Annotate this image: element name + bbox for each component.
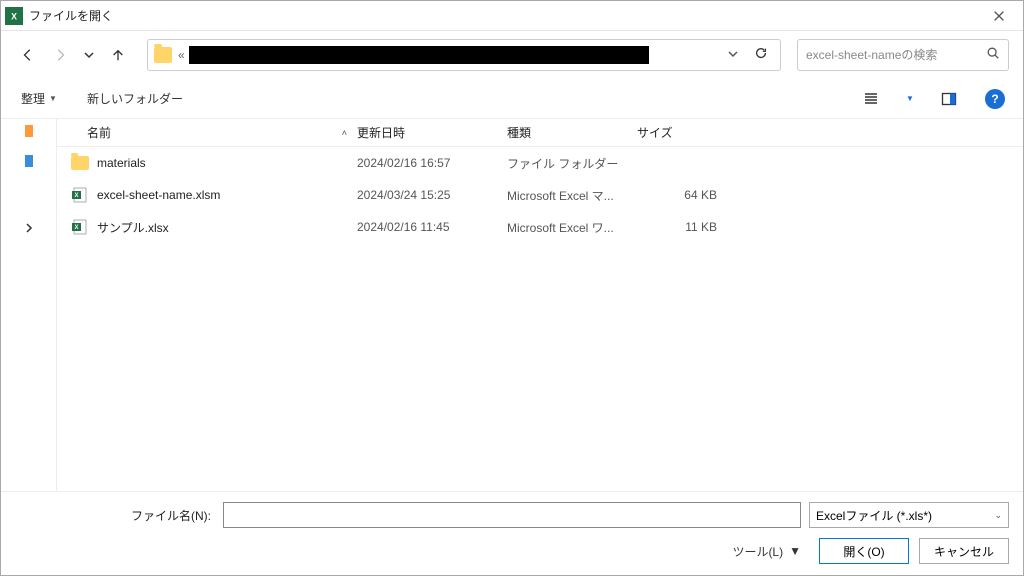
column-name[interactable]: 名前 ˄ — [67, 124, 357, 141]
file-size: 64 KB — [637, 188, 727, 202]
cancel-button[interactable]: キャンセル — [919, 538, 1009, 564]
sort-indicator-icon: ˄ — [342, 128, 347, 138]
toolbar: 整理 ▼ 新しいフォルダー ▼ ? — [1, 79, 1023, 119]
file-date: 2024/02/16 11:45 — [357, 220, 507, 234]
file-row[interactable]: materials 2024/02/16 16:57 ファイル フォルダー — [57, 147, 1023, 179]
up-button[interactable] — [105, 42, 131, 68]
bottom-bar: ファイル名(N): Excelファイル (*.xls*) ⌄ ツール(L) ▼ … — [1, 491, 1023, 575]
open-button[interactable]: 開く(O) — [819, 538, 909, 564]
preview-pane-button[interactable] — [935, 85, 963, 113]
excel-app-icon: X — [5, 7, 23, 25]
sidebar-expand[interactable] — [24, 223, 34, 236]
column-type[interactable]: 種類 — [507, 124, 637, 141]
address-prefix: « — [178, 48, 185, 62]
organize-button[interactable]: 整理 ▼ — [15, 86, 63, 111]
address-dropdown[interactable] — [728, 46, 738, 64]
file-name: materials — [97, 156, 146, 170]
sidebar-item-stub[interactable] — [25, 125, 33, 137]
svg-text:X: X — [11, 11, 17, 21]
close-button[interactable] — [979, 2, 1019, 30]
folder-icon — [154, 47, 172, 63]
address-bar[interactable]: « — [147, 39, 781, 71]
help-button[interactable]: ? — [981, 85, 1009, 113]
file-type: Microsoft Excel ワ... — [507, 219, 637, 236]
back-button[interactable] — [15, 42, 41, 68]
search-input[interactable] — [806, 48, 986, 62]
file-type: Microsoft Excel マ... — [507, 187, 637, 204]
chevron-down-icon: ⌄ — [994, 510, 1002, 521]
recent-dropdown[interactable] — [79, 42, 99, 68]
file-type: ファイル フォルダー — [507, 155, 637, 172]
nav-row: « — [1, 31, 1023, 79]
search-box[interactable] — [797, 39, 1009, 71]
dialog-title: ファイルを開く — [29, 7, 979, 24]
forward-button[interactable] — [47, 42, 73, 68]
filename-input[interactable] — [223, 502, 801, 528]
view-mode-button[interactable] — [857, 85, 885, 113]
sidebar — [1, 119, 57, 491]
address-path-redacted — [189, 46, 649, 64]
filename-label: ファイル名(N): — [15, 507, 215, 524]
sidebar-item-stub[interactable] — [25, 155, 33, 167]
chevron-down-icon: ▼ — [49, 94, 57, 103]
tools-button[interactable]: ツール(L) ▼ — [724, 539, 809, 564]
column-date[interactable]: 更新日時 — [357, 124, 507, 141]
refresh-button[interactable] — [754, 46, 768, 65]
file-row[interactable]: X サンプル.xlsx 2024/02/16 11:45 Microsoft E… — [57, 211, 1023, 243]
view-dropdown[interactable]: ▼ — [903, 85, 917, 113]
titlebar: X ファイルを開く — [1, 1, 1023, 31]
filename-row: ファイル名(N): Excelファイル (*.xls*) ⌄ — [15, 502, 1009, 528]
svg-text:X: X — [74, 225, 78, 231]
file-list-pane: 名前 ˄ 更新日時 種類 サイズ materials 2024/02/16 16… — [57, 119, 1023, 491]
content-area: 名前 ˄ 更新日時 種類 サイズ materials 2024/02/16 16… — [1, 119, 1023, 491]
column-header-row: 名前 ˄ 更新日時 種類 サイズ — [57, 119, 1023, 147]
file-size: 11 KB — [637, 220, 727, 234]
excel-file-icon: X — [71, 186, 89, 204]
file-name: excel-sheet-name.xlsm — [97, 188, 220, 202]
file-row[interactable]: X excel-sheet-name.xlsm 2024/03/24 15:25… — [57, 179, 1023, 211]
button-row: ツール(L) ▼ 開く(O) キャンセル — [15, 538, 1009, 564]
search-icon — [986, 46, 1000, 65]
chevron-down-icon: ▼ — [789, 544, 801, 558]
file-open-dialog: X ファイルを開く « — [0, 0, 1024, 576]
file-date: 2024/03/24 15:25 — [357, 188, 507, 202]
file-date: 2024/02/16 16:57 — [357, 156, 507, 170]
file-name: サンプル.xlsx — [97, 219, 169, 236]
svg-text:X: X — [74, 193, 78, 199]
help-icon: ? — [985, 89, 1005, 109]
column-size[interactable]: サイズ — [637, 124, 727, 141]
excel-file-icon: X — [71, 218, 89, 236]
folder-icon — [71, 156, 89, 170]
file-type-filter[interactable]: Excelファイル (*.xls*) ⌄ — [809, 502, 1009, 528]
new-folder-button[interactable]: 新しいフォルダー — [81, 86, 189, 111]
